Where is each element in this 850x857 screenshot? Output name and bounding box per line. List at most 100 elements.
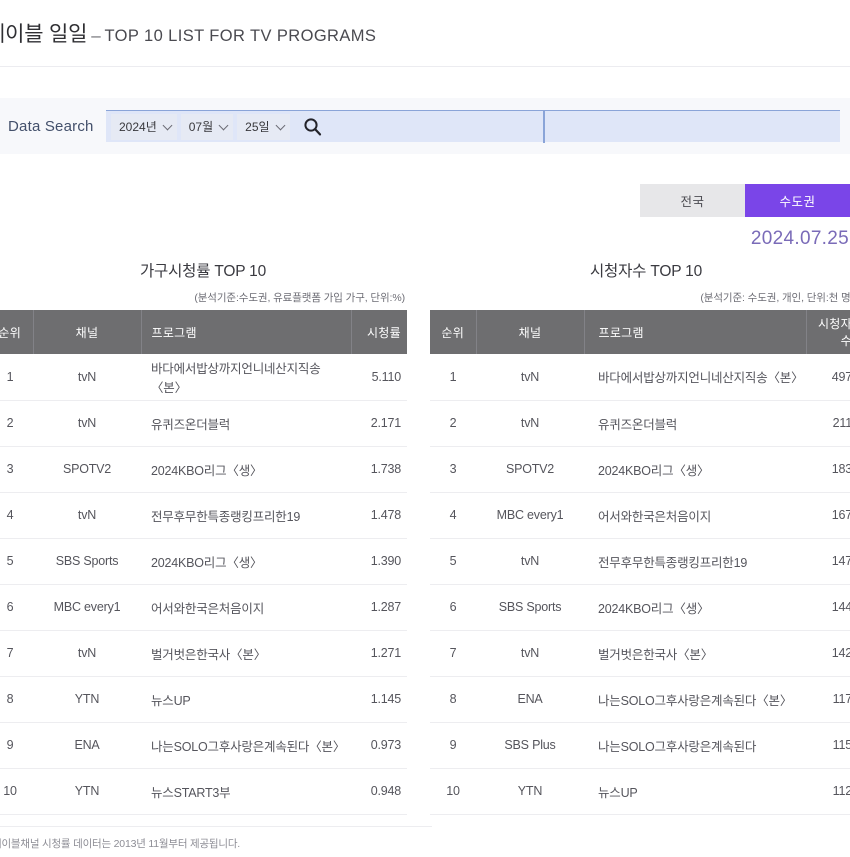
page-root: 케이블 일일–TOP 10 LIST FOR TV PROGRAMS Data … (0, 0, 850, 857)
program-cell: 뉴스START3부 (141, 768, 351, 815)
day-select-value: 25일 (245, 120, 270, 134)
table-row[interactable]: 5 tvN 전무후무한특종랭킹프리한19 147 (430, 538, 850, 585)
program-cell: 나는SOLO그후사랑은계속된다〈본〉 (141, 722, 351, 769)
rank-cell: 2 (0, 400, 33, 447)
table-row[interactable]: 4 tvN 전무후무한특종랭킹프리한19 1.478 (0, 492, 407, 539)
search-field-divider (543, 111, 545, 143)
search-button[interactable] (296, 113, 330, 141)
rank-cell: 3 (430, 446, 476, 493)
table-row[interactable]: 6 SBS Sports 2024KBO리그〈생〉 144 (430, 584, 850, 631)
table-row[interactable]: 7 tvN 벌거벗은한국사〈본〉 1.271 (0, 630, 407, 677)
table-row[interactable]: 8 ENA 나는SOLO그후사랑은계속된다〈본〉 117 (430, 676, 850, 723)
value-cell: 1.271 (351, 630, 407, 677)
col-header-value: 시청자수 (806, 310, 850, 354)
col-header-channel: 채널 (33, 310, 142, 354)
rank-cell: 9 (0, 722, 33, 769)
program-cell: 바다에서밥상까지언니네산지직송〈본〉 (584, 354, 806, 401)
table-header-row: 순위 채널 프로그램 시청률 (0, 310, 407, 354)
program-cell: 유퀴즈온더블럭 (141, 400, 351, 447)
rank-cell: 2 (430, 400, 476, 447)
channel-cell: SBS Plus (476, 722, 584, 769)
table-row[interactable]: 10 YTN 뉴스UP 112 (430, 768, 850, 815)
channel-cell: tvN (33, 354, 141, 401)
table-header-row: 순위 채널 프로그램 시청자수 (430, 310, 850, 354)
day-select[interactable]: 25일 (237, 113, 290, 140)
chevron-down-icon (275, 120, 285, 130)
col-header-channel: 채널 (476, 310, 585, 354)
viewer-count-table-block: 시청자수 TOP 10 (분석기준: 수도권, 개인, 단위:천 명) 순위 채… (430, 258, 850, 815)
table-row[interactable]: 1 tvN 바다에서밥상까지언니네산지직송〈본〉 497 (430, 354, 850, 401)
rank-cell: 3 (0, 446, 33, 493)
search-icon (304, 118, 322, 136)
program-cell: 전무후무한특종랭킹프리한19 (141, 492, 351, 539)
table-row[interactable]: 7 tvN 벌거벗은한국사〈본〉 142 (430, 630, 850, 677)
rank-cell: 1 (0, 354, 33, 401)
header-divider (0, 66, 850, 67)
viewer-count-title: 시청자수 TOP 10 (590, 263, 702, 280)
table-row[interactable]: 9 SBS Plus 나는SOLO그후사랑은계속된다 115 (430, 722, 850, 769)
value-cell: 112 (806, 768, 850, 815)
program-cell: 벌거벗은한국사〈본〉 (584, 630, 806, 677)
table-row[interactable]: 3 SPOTV2 2024KBO리그〈생〉 1.738 (0, 446, 407, 493)
table-row[interactable]: 2 tvN 유퀴즈온더블럭 2.171 (0, 400, 407, 447)
table-row[interactable]: 2 tvN 유퀴즈온더블럭 211 (430, 400, 850, 447)
value-cell: 142 (806, 630, 850, 677)
table-row[interactable]: 8 YTN 뉴스UP 1.145 (0, 676, 407, 723)
page-title: 케이블 일일–TOP 10 LIST FOR TV PROGRAMS (0, 18, 376, 48)
channel-cell: tvN (476, 538, 584, 585)
rank-cell: 9 (430, 722, 476, 769)
program-cell: 어서와한국은처음이지 (584, 492, 806, 539)
channel-cell: YTN (33, 676, 141, 723)
channel-cell: MBC every1 (476, 492, 584, 539)
program-cell: 바다에서밥상까지언니네산지직송〈본〉 (141, 354, 351, 401)
channel-cell: tvN (476, 354, 584, 401)
value-cell: 5.110 (351, 354, 407, 401)
footnote: 케이블채널 시청률 데이터는 2013년 11월부터 제공됩니다. (0, 826, 432, 851)
table-row[interactable]: 6 MBC every1 어서와한국은처음이지 1.287 (0, 584, 407, 631)
rank-cell: 10 (0, 768, 33, 815)
channel-cell: tvN (33, 492, 141, 539)
rank-cell: 4 (430, 492, 476, 539)
channel-cell: SPOTV2 (33, 446, 141, 493)
value-cell: 1.478 (351, 492, 407, 539)
channel-cell: YTN (476, 768, 584, 815)
channel-cell: ENA (476, 676, 584, 723)
col-header-program: 프로그램 (141, 310, 352, 354)
channel-cell: SBS Sports (476, 584, 584, 631)
table-row[interactable]: 1 tvN 바다에서밥상까지언니네산지직송〈본〉 5.110 (0, 354, 407, 401)
chevron-down-icon (218, 120, 229, 130)
value-cell: 115 (806, 722, 850, 769)
table-row[interactable]: 5 SBS Sports 2024KBO리그〈생〉 1.390 (0, 538, 407, 585)
value-cell: 1.145 (351, 676, 407, 723)
page-title-english: TOP 10 LIST FOR TV PROGRAMS (104, 27, 377, 45)
rank-cell: 5 (430, 538, 476, 585)
table-row[interactable]: 10 YTN 뉴스START3부 0.948 (0, 768, 407, 815)
tab-nationwide-label: 전국 (680, 195, 705, 209)
household-rating-table: 순위 채널 프로그램 시청률 1 tvN 바다에서밥상까지언니네산지직송〈본〉 5.1… (0, 310, 407, 815)
program-cell: 2024KBO리그〈생〉 (584, 446, 806, 493)
program-cell: 뉴스UP (584, 768, 806, 815)
channel-cell: YTN (33, 768, 141, 815)
table-row[interactable]: 9 ENA 나는SOLO그후사랑은계속된다〈본〉 0.973 (0, 722, 407, 769)
rank-cell: 7 (0, 630, 33, 677)
value-cell: 117 (806, 676, 850, 723)
value-cell: 1.287 (351, 584, 407, 631)
program-cell: 전무후무한특종랭킹프리한19 (584, 538, 806, 585)
page-title-korean: 케이블 일일 (0, 23, 88, 46)
household-rating-rows: 1 tvN 바다에서밥상까지언니네산지직송〈본〉 5.110 2 tvN 유퀴즈온더블럭 2.… (0, 354, 407, 815)
month-select[interactable]: 07월 (180, 113, 234, 140)
tab-metropolitan[interactable]: 수도권 (745, 184, 850, 217)
channel-cell: tvN (476, 400, 584, 447)
viewer-count-rows: 1 tvN 바다에서밥상까지언니네산지직송〈본〉 497 2 tvN 유퀴즈온더블럭 211 3… (430, 354, 850, 815)
rank-cell: 8 (0, 676, 33, 723)
rank-cell: 7 (430, 630, 476, 677)
tab-nationwide[interactable]: 전국 (640, 184, 745, 217)
program-cell: 어서와한국은처음이지 (141, 584, 351, 631)
channel-cell: SPOTV2 (476, 446, 584, 493)
year-select[interactable]: 2024년 (111, 113, 177, 140)
table-row[interactable]: 4 MBC every1 어서와한국은처음이지 167 (430, 492, 850, 539)
rank-cell: 5 (0, 538, 33, 585)
table-row[interactable]: 3 SPOTV2 2024KBO리그〈생〉 183 (430, 446, 850, 493)
value-cell: 0.948 (351, 768, 407, 815)
program-cell: 나는SOLO그후사랑은계속된다〈본〉 (584, 676, 806, 723)
